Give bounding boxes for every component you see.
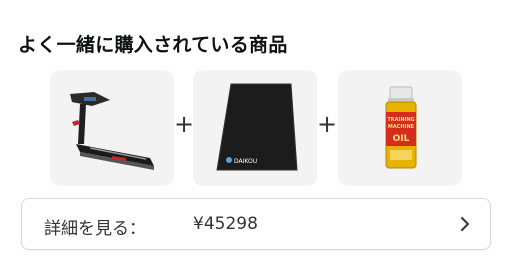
section-title: よく一緒に購入されている商品 bbox=[18, 34, 288, 56]
mat-brand-text: DAIKOU bbox=[234, 158, 257, 165]
plus-separator: + bbox=[317, 110, 338, 138]
can-label-line-1: TRAINING bbox=[387, 117, 414, 123]
product-tile-treadmill[interactable] bbox=[50, 70, 174, 186]
treadmill-image bbox=[70, 92, 154, 170]
product-tile-floor-mat[interactable]: DAIKOU bbox=[193, 70, 317, 186]
oil-can-image: TRAINING MACHINE OIL bbox=[385, 86, 417, 169]
can-label-line-2: MACHINE bbox=[388, 124, 415, 130]
view-details-button[interactable]: 詳細を見る： ¥45298 bbox=[21, 198, 491, 250]
plus-separator: + bbox=[174, 110, 195, 138]
floor-mat-image: DAIKOU bbox=[216, 83, 298, 171]
view-details-label: 詳細を見る： bbox=[44, 219, 146, 239]
can-label-line-3: OIL bbox=[393, 134, 410, 144]
chevron-right-icon bbox=[460, 216, 470, 236]
bundle-total-price: ¥45298 bbox=[193, 214, 258, 234]
product-tile-oil-can[interactable]: TRAINING MACHINE OIL bbox=[338, 70, 462, 186]
frequently-bought-together-bundle: + DAIKOU + TRAINING MACHINE OIL bbox=[50, 70, 464, 186]
